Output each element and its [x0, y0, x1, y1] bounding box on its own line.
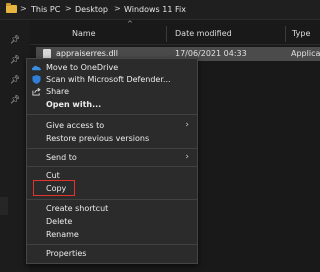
menu-item-properties[interactable]: Properties — [27, 248, 197, 260]
menu-item-label: Open with... — [46, 100, 102, 109]
breadcrumb-desktop[interactable]: Desktop — [75, 5, 108, 14]
file-type: Applicatio — [291, 49, 320, 58]
menu-item-label: Share — [46, 87, 70, 96]
menu-item-restore-previous-versions[interactable]: Restore previous versions — [27, 133, 197, 145]
submenu-arrow-icon: › — [185, 120, 189, 130]
column-divider[interactable] — [285, 26, 286, 42]
menu-item-label: Give access to — [46, 121, 105, 130]
breadcrumb-separator: > — [20, 4, 27, 13]
menu-item-send-to[interactable]: Send to › — [27, 152, 197, 164]
breadcrumb-separator: > — [114, 4, 121, 13]
column-header-name[interactable]: Name — [72, 29, 96, 38]
menu-separator — [27, 166, 197, 167]
submenu-arrow-icon: › — [185, 152, 189, 162]
copy-highlight-box — [33, 180, 75, 196]
pin-icon: 📌︎ — [10, 75, 21, 84]
menu-separator — [27, 199, 197, 200]
column-header-type[interactable]: Type — [292, 29, 310, 38]
defender-icon — [32, 75, 41, 84]
share-icon — [32, 87, 41, 96]
breadcrumb-windows-11-fix[interactable]: Windows 11 Fix — [124, 5, 186, 14]
pin-icon: 📌︎ — [10, 55, 21, 64]
menu-item-label: Send to — [46, 153, 77, 162]
menu-item-label: Cut — [46, 171, 60, 180]
menu-item-share[interactable]: Share — [27, 86, 197, 98]
column-divider[interactable] — [166, 26, 167, 42]
menu-item-label: Create shortcut — [46, 204, 109, 213]
menu-item-label: Delete — [46, 217, 73, 226]
menu-separator — [27, 148, 197, 149]
header-divider — [30, 44, 320, 45]
folder-icon — [6, 3, 17, 13]
menu-separator — [27, 114, 197, 115]
breadcrumb-separator: > — [65, 4, 72, 13]
menu-item-open-with[interactable]: Open with... — [27, 99, 197, 111]
pin-icon: 📌︎ — [10, 35, 21, 44]
sort-arrow-icon: ^ — [127, 20, 133, 28]
onedrive-icon — [32, 65, 41, 71]
context-menu: Move to OneDrive Scan with Microsoft Def… — [26, 58, 198, 264]
menu-item-scan-with-defender[interactable]: Scan with Microsoft Defender... — [27, 74, 197, 86]
pin-icon: 📌︎ — [10, 95, 21, 104]
column-header-date-modified[interactable]: Date modified — [175, 29, 232, 38]
menu-item-give-access-to[interactable]: Give access to › — [27, 120, 197, 132]
address-bar[interactable]: > This PC > Desktop > Windows 11 Fix — [0, 0, 320, 20]
menu-item-label: Rename — [46, 230, 79, 239]
menu-item-rename[interactable]: Rename — [27, 229, 197, 241]
nav-pane-selection — [0, 197, 8, 215]
menu-item-label: Restore previous versions — [46, 134, 150, 143]
file-name: appraiserres.dll — [56, 49, 118, 58]
menu-item-label: Scan with Microsoft Defender... — [46, 75, 171, 84]
breadcrumb-this-pc[interactable]: This PC — [31, 5, 60, 14]
file-date-modified: 17/06/2021 04:33 — [175, 49, 247, 58]
menu-item-move-to-onedrive[interactable]: Move to OneDrive — [27, 62, 197, 74]
menu-item-delete[interactable]: Delete — [27, 216, 197, 228]
menu-separator — [27, 244, 197, 245]
menu-item-create-shortcut[interactable]: Create shortcut — [27, 203, 197, 215]
menu-item-label: Move to OneDrive — [46, 63, 119, 72]
menu-item-label: Properties — [46, 249, 87, 258]
